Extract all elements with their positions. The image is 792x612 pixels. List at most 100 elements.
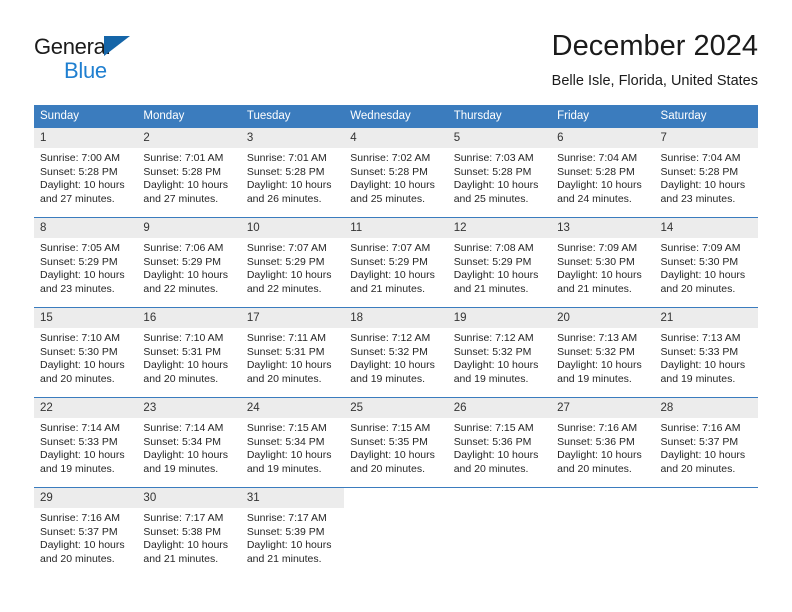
day-number: 16 bbox=[137, 308, 241, 328]
calendar-day-cell[interactable]: 29 Sunrise: 7:16 AM Sunset: 5:37 PM Dayligh… bbox=[34, 487, 138, 577]
day-cell-inner bbox=[344, 488, 447, 577]
daylight-text-line2: and 21 minutes. bbox=[143, 552, 219, 565]
daylight-text-line1: Daylight: 10 hours bbox=[350, 179, 435, 192]
calendar-day-cell[interactable]: 22 Sunrise: 7:14 AM Sunset: 5:33 PM Dayligh… bbox=[34, 397, 138, 488]
logo-text-blue: Blue bbox=[64, 58, 107, 83]
day-details: Sunrise: 7:14 AM Sunset: 5:34 PM Daylight:… bbox=[137, 418, 240, 476]
day-details: Sunrise: 7:17 AM Sunset: 5:38 PM Daylight:… bbox=[137, 508, 240, 566]
daylight-text-line2: and 19 minutes. bbox=[557, 372, 632, 385]
sunrise-text: Sunrise: 7:16 AM bbox=[660, 422, 741, 434]
day-cell-inner: 29 Sunrise: 7:16 AM Sunset: 5:37 PM Dayligh… bbox=[34, 488, 138, 577]
sunrise-text: Sunrise: 7:10 AM bbox=[143, 332, 224, 344]
sunset-text: Sunset: 5:28 PM bbox=[40, 165, 118, 178]
calendar-day-cell[interactable]: 26 Sunrise: 7:15 AM Sunset: 5:36 PM Dayligh… bbox=[447, 397, 552, 488]
day-cell-inner: 9 Sunrise: 7:06 AM Sunset: 5:29 PM Daylight… bbox=[137, 218, 241, 307]
daylight-text-line1: Daylight: 10 hours bbox=[350, 359, 435, 372]
calendar-day-cell[interactable]: 31 Sunrise: 7:17 AM Sunset: 5:39 PM Dayligh… bbox=[240, 487, 345, 577]
daylight-text-line1: Daylight: 10 hours bbox=[660, 269, 746, 282]
daylight-text-line1: Daylight: 10 hours bbox=[246, 179, 332, 192]
calendar-day-cell[interactable]: 4 Sunrise: 7:02 AM Sunset: 5:28 PM Daylight… bbox=[344, 127, 448, 218]
day-number: 14 bbox=[654, 218, 758, 238]
title-block: December 2024 Belle Isle, Florida, Unite… bbox=[552, 28, 758, 92]
day-number: 3 bbox=[240, 128, 345, 148]
daylight-text-line1: Daylight: 10 hours bbox=[453, 179, 539, 192]
day-number bbox=[448, 488, 551, 508]
day-cell-inner: 17 Sunrise: 7:11 AM Sunset: 5:31 PM Dayligh… bbox=[240, 308, 345, 397]
calendar-day-cell[interactable]: 18 Sunrise: 7:12 AM Sunset: 5:32 PM Dayligh… bbox=[344, 307, 448, 398]
sunrise-text: Sunrise: 7:09 AM bbox=[557, 242, 638, 254]
daylight-text-line2: and 20 minutes. bbox=[246, 372, 322, 385]
daylight-text-line1: Daylight: 10 hours bbox=[557, 359, 642, 372]
calendar-day-cell[interactable]: 24 Sunrise: 7:15 AM Sunset: 5:34 PM Dayligh… bbox=[240, 397, 345, 488]
weekday-header-tuesday: Tuesday bbox=[240, 105, 345, 128]
day-number: 7 bbox=[654, 128, 758, 148]
calendar-day-cell[interactable]: 10 Sunrise: 7:07 AM Sunset: 5:29 PM Dayligh… bbox=[240, 217, 345, 308]
calendar-day-cell[interactable]: 2 Sunrise: 7:01 AM Sunset: 5:28 PM Daylight… bbox=[137, 127, 241, 218]
sunrise-text: Sunrise: 7:10 AM bbox=[40, 332, 120, 344]
day-details: Sunrise: 7:04 AM Sunset: 5:28 PM Daylight:… bbox=[551, 148, 654, 206]
calendar-day-cell[interactable]: 14 Sunrise: 7:09 AM Sunset: 5:30 PM Dayligh… bbox=[654, 217, 758, 308]
calendar-day-cell[interactable]: 28 Sunrise: 7:16 AM Sunset: 5:37 PM Dayligh… bbox=[654, 397, 758, 488]
calendar-week-row: 15 Sunrise: 7:10 AM Sunset: 5:30 PM Dayligh… bbox=[34, 307, 758, 398]
calendar-week-row: 8 Sunrise: 7:05 AM Sunset: 5:29 PM Daylight… bbox=[34, 217, 758, 308]
daylight-text-line1: Daylight: 10 hours bbox=[453, 359, 539, 372]
calendar-day-cell[interactable]: 8 Sunrise: 7:05 AM Sunset: 5:29 PM Daylight… bbox=[34, 217, 138, 308]
sunset-text: Sunset: 5:37 PM bbox=[40, 525, 118, 538]
calendar-day-cell[interactable]: 5 Sunrise: 7:03 AM Sunset: 5:28 PM Daylight… bbox=[447, 127, 552, 218]
sunset-text: Sunset: 5:28 PM bbox=[557, 165, 635, 178]
daylight-text-line1: Daylight: 10 hours bbox=[660, 179, 746, 192]
day-number: 30 bbox=[137, 488, 241, 508]
calendar-day-cell[interactable]: 6 Sunrise: 7:04 AM Sunset: 5:28 PM Daylight… bbox=[551, 127, 655, 218]
calendar-day-cell[interactable]: 11 Sunrise: 7:07 AM Sunset: 5:29 PM Dayligh… bbox=[344, 217, 448, 308]
sunrise-text: Sunrise: 7:14 AM bbox=[40, 422, 120, 434]
calendar-day-cell[interactable]: 1 Sunrise: 7:00 AM Sunset: 5:28 PM Daylight… bbox=[34, 127, 138, 218]
calendar-day-cell[interactable]: 23 Sunrise: 7:14 AM Sunset: 5:34 PM Dayligh… bbox=[137, 397, 241, 488]
day-cell-inner bbox=[448, 488, 551, 577]
day-cell-inner: 27 Sunrise: 7:16 AM Sunset: 5:36 PM Dayligh… bbox=[551, 398, 655, 487]
calendar-day-cell[interactable]: 17 Sunrise: 7:11 AM Sunset: 5:31 PM Dayligh… bbox=[240, 307, 345, 398]
calendar-day-cell[interactable]: 7 Sunrise: 7:04 AM Sunset: 5:28 PM Daylight… bbox=[654, 127, 758, 218]
day-cell-inner: 11 Sunrise: 7:07 AM Sunset: 5:29 PM Dayligh… bbox=[344, 218, 448, 307]
calendar-day-cell[interactable]: 3 Sunrise: 7:01 AM Sunset: 5:28 PM Daylight… bbox=[240, 127, 345, 218]
sunset-text: Sunset: 5:30 PM bbox=[660, 255, 739, 268]
sunset-text: Sunset: 5:32 PM bbox=[350, 345, 428, 358]
daylight-text-line2: and 24 minutes. bbox=[557, 192, 632, 205]
calendar-page: General Blue December 2024 Belle Isle, F… bbox=[0, 0, 792, 612]
calendar-day-cell[interactable]: 20 Sunrise: 7:13 AM Sunset: 5:32 PM Dayligh… bbox=[551, 307, 655, 398]
day-cell-inner: 19 Sunrise: 7:12 AM Sunset: 5:32 PM Dayligh… bbox=[447, 308, 552, 397]
calendar-day-cell[interactable]: 12 Sunrise: 7:08 AM Sunset: 5:29 PM Dayligh… bbox=[447, 217, 552, 308]
daylight-text-line2: and 22 minutes. bbox=[143, 282, 219, 295]
generalblue-logo[interactable]: General Blue bbox=[34, 34, 154, 86]
calendar-header-row: Sunday Monday Tuesday Wednesday Thursday… bbox=[34, 105, 758, 128]
sunrise-text: Sunrise: 7:05 AM bbox=[40, 242, 120, 254]
calendar-day-cell[interactable]: 21 Sunrise: 7:13 AM Sunset: 5:33 PM Dayligh… bbox=[654, 307, 758, 398]
day-cell-inner bbox=[655, 488, 758, 577]
calendar-day-cell[interactable]: 25 Sunrise: 7:15 AM Sunset: 5:35 PM Dayligh… bbox=[344, 397, 448, 488]
sunrise-text: Sunrise: 7:17 AM bbox=[246, 512, 327, 524]
sunset-text: Sunset: 5:29 PM bbox=[453, 255, 532, 268]
day-number: 26 bbox=[447, 398, 552, 418]
day-details: Sunrise: 7:00 AM Sunset: 5:28 PM Daylight:… bbox=[34, 148, 137, 206]
sunrise-sunset-calendar: Sunday Monday Tuesday Wednesday Thursday… bbox=[34, 105, 758, 577]
daylight-text-line2: and 19 minutes. bbox=[350, 372, 425, 385]
day-number bbox=[344, 488, 447, 508]
day-number: 24 bbox=[240, 398, 345, 418]
day-cell-inner: 3 Sunrise: 7:01 AM Sunset: 5:28 PM Daylight… bbox=[240, 128, 345, 217]
day-number: 23 bbox=[137, 398, 241, 418]
daylight-text-line1: Daylight: 10 hours bbox=[40, 449, 125, 462]
calendar-day-cell[interactable]: 9 Sunrise: 7:06 AM Sunset: 5:29 PM Daylight… bbox=[137, 217, 241, 308]
day-details: Sunrise: 7:15 AM Sunset: 5:34 PM Daylight:… bbox=[241, 418, 344, 476]
day-cell-inner bbox=[551, 488, 654, 577]
day-cell-inner: 13 Sunrise: 7:09 AM Sunset: 5:30 PM Dayligh… bbox=[551, 218, 655, 307]
calendar-day-cell[interactable]: 15 Sunrise: 7:10 AM Sunset: 5:30 PM Dayligh… bbox=[34, 307, 138, 398]
calendar-day-cell[interactable]: 30 Sunrise: 7:17 AM Sunset: 5:38 PM Dayligh… bbox=[137, 487, 241, 577]
day-number: 2 bbox=[137, 128, 241, 148]
calendar-day-cell[interactable]: 19 Sunrise: 7:12 AM Sunset: 5:32 PM Dayligh… bbox=[447, 307, 552, 398]
calendar-day-cell[interactable]: 27 Sunrise: 7:16 AM Sunset: 5:36 PM Dayligh… bbox=[551, 397, 655, 488]
day-details: Sunrise: 7:16 AM Sunset: 5:37 PM Daylight:… bbox=[655, 418, 758, 476]
day-cell-inner: 8 Sunrise: 7:05 AM Sunset: 5:29 PM Daylight… bbox=[34, 218, 138, 307]
day-number: 4 bbox=[344, 128, 448, 148]
day-details: Sunrise: 7:14 AM Sunset: 5:33 PM Daylight:… bbox=[34, 418, 137, 476]
calendar-day-cell[interactable]: 13 Sunrise: 7:09 AM Sunset: 5:30 PM Dayligh… bbox=[551, 217, 655, 308]
calendar-day-cell[interactable]: 16 Sunrise: 7:10 AM Sunset: 5:31 PM Dayligh… bbox=[137, 307, 241, 398]
